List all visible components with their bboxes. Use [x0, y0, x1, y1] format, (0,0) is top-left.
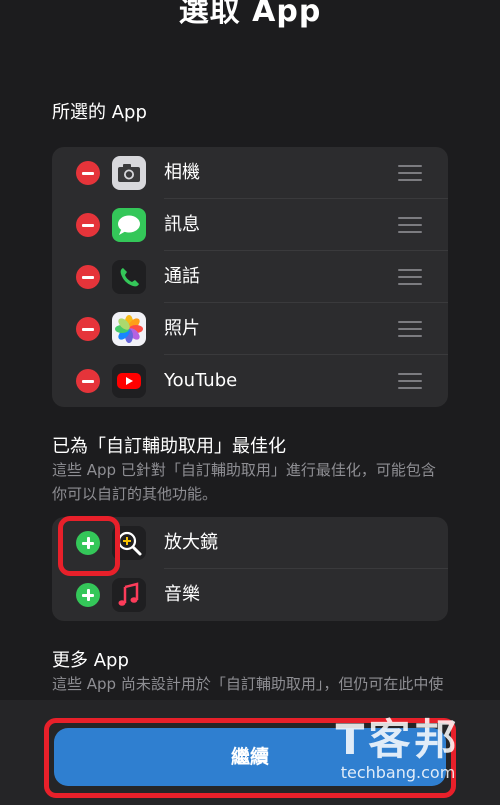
app-row-music: 音樂	[52, 569, 448, 621]
page-title: 選取 App	[178, 0, 322, 29]
app-row-phone: 通話	[52, 251, 448, 303]
app-row-photos: 照片	[52, 303, 448, 355]
app-label: 照片	[164, 318, 200, 339]
selected-apps-card: 相機 訊息 通話 照片 YouTube	[52, 147, 448, 407]
watermark-text: techbang.com	[340, 763, 456, 782]
phone-icon	[112, 260, 146, 294]
photos-icon	[112, 312, 146, 346]
optimized-apps-desc: 這些 App 已針對「自訂輔助取用」進行最佳化，可能包含你可以自訂的其他功能。	[52, 461, 436, 503]
selected-apps-title: 所選的 App	[52, 102, 147, 123]
app-row-messages: 訊息	[52, 199, 448, 251]
more-apps-title: 更多 App	[52, 650, 129, 671]
add-icon[interactable]	[76, 583, 100, 607]
camera-icon	[112, 156, 146, 190]
app-row-camera: 相機	[52, 147, 448, 199]
app-label: 放大鏡	[164, 532, 218, 553]
watermark-logo: T客邦	[335, 715, 461, 764]
app-label: 相機	[164, 162, 200, 183]
messages-icon	[112, 208, 146, 242]
reorder-handle-icon[interactable]	[398, 165, 422, 181]
remove-icon[interactable]	[76, 213, 100, 237]
app-row-youtube: YouTube	[52, 355, 448, 407]
reorder-handle-icon[interactable]	[398, 373, 422, 389]
remove-icon[interactable]	[76, 317, 100, 341]
remove-icon[interactable]	[76, 161, 100, 185]
app-label: YouTube	[164, 370, 238, 391]
app-label: 音樂	[164, 584, 200, 605]
reorder-handle-icon[interactable]	[398, 217, 422, 233]
reorder-handle-icon[interactable]	[398, 269, 422, 285]
youtube-icon	[112, 364, 146, 398]
app-label: 訊息	[164, 214, 200, 235]
remove-icon[interactable]	[76, 265, 100, 289]
highlight-add-magnifier	[58, 516, 120, 576]
music-icon	[112, 578, 146, 612]
app-label: 通話	[164, 266, 200, 287]
reorder-handle-icon[interactable]	[398, 321, 422, 337]
remove-icon[interactable]	[76, 369, 100, 393]
optimized-apps-title: 已為「自訂輔助取用」最佳化	[52, 436, 286, 457]
watermark: T客邦 techbang.com	[318, 716, 478, 788]
